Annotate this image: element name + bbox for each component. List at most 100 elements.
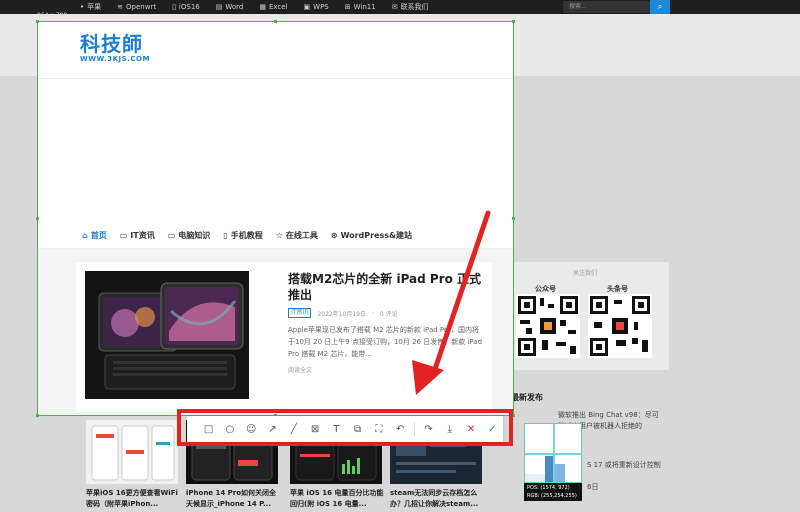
id-card-icon: ▭ bbox=[119, 231, 128, 240]
pin-tool[interactable]: ⧉ bbox=[347, 419, 368, 439]
post-category-tag[interactable]: IT资讯 bbox=[288, 308, 312, 318]
menu-item-label: 手机教程 bbox=[230, 231, 263, 240]
ocr-tool[interactable]: ⛶ bbox=[368, 419, 389, 439]
search-input[interactable]: 搜索... bbox=[563, 1, 650, 13]
top-nav-item-0[interactable]: • 苹果 bbox=[80, 2, 101, 12]
top-nav-item-1[interactable]: ≋ Openwrt bbox=[117, 3, 156, 11]
share-button[interactable]: ↷ bbox=[418, 419, 439, 439]
monitor-icon: ▭ bbox=[167, 231, 176, 240]
read-more-link[interactable]: 阅读全文 bbox=[288, 365, 312, 374]
mobile-icon: ▯ bbox=[223, 231, 228, 240]
menu-item-3[interactable]: ▯ 手机教程 bbox=[223, 230, 262, 241]
top-nav-item-6[interactable]: ⊞ Win11 bbox=[345, 3, 376, 11]
post-comments[interactable]: 0 评论 bbox=[380, 309, 398, 318]
top-nav-label: Word bbox=[225, 3, 244, 11]
screenshot-toolbar: □ ○ ☺ ↗ ╱ ⊠ T ⧉ ⛶ ↶ ↷ ⤓ ✕ ✓ bbox=[187, 416, 503, 442]
latest-post-2[interactable]: S 17 或将重新设计控制 bbox=[587, 460, 667, 471]
logo-text: 科技師 bbox=[80, 32, 143, 56]
mosaic-tool[interactable]: ⊠ bbox=[304, 419, 325, 439]
emoji-tool[interactable]: ☺ bbox=[241, 419, 262, 439]
top-nav-label: 联系我们 bbox=[400, 3, 429, 11]
text-tool[interactable]: T bbox=[326, 419, 347, 439]
cancel-button[interactable]: ✕ bbox=[460, 419, 481, 439]
menu-item-label: 首页 bbox=[90, 231, 107, 240]
top-nav-label: Excel bbox=[268, 3, 288, 11]
line-tool[interactable]: ╱ bbox=[283, 419, 304, 439]
thumb-title-4[interactable]: steam无法同步云存档怎么办？几招让你解决steam... bbox=[390, 488, 486, 510]
top-nav-item-2[interactable]: ▯ iOS16 bbox=[172, 3, 200, 11]
windows-icon: ⊞ bbox=[344, 3, 351, 11]
phone-icon: ▯ bbox=[172, 3, 176, 11]
menu-item-4[interactable]: ☆ 在线工具 bbox=[276, 230, 318, 241]
post-date: 2022年10月19日 bbox=[317, 310, 366, 318]
pixel-color: RGB: (255,254,255) bbox=[527, 493, 577, 499]
menu-item-0[interactable]: ⌂ 首页 bbox=[82, 230, 107, 241]
post-meta: IT资讯 2022年10月19日 · 0 评论 bbox=[288, 308, 398, 318]
post-separator: · bbox=[371, 309, 374, 317]
menu-item-label: IT资讯 bbox=[130, 231, 155, 240]
pixel-magnifier: POS: (1574, 972) RGB: (255,254,255) bbox=[524, 423, 582, 509]
menu-item-5[interactable]: ⊛ WordPress&建站 bbox=[331, 230, 412, 241]
menu-item-label: WordPress&建站 bbox=[340, 231, 413, 240]
menu-item-label: 在线工具 bbox=[285, 231, 318, 240]
resize-handle-sw[interactable] bbox=[36, 414, 39, 417]
search-icon: ⌕ bbox=[657, 2, 663, 11]
top-nav-label: WPS bbox=[313, 3, 329, 11]
thumb-title-1[interactable]: 苹果iOS 16更方便查看WiFi密码（附苹果iPhon... bbox=[86, 488, 182, 510]
qr-code-wechat bbox=[516, 294, 580, 358]
excel-icon: ▦ bbox=[259, 3, 266, 11]
qr-code-toutiao bbox=[588, 294, 652, 358]
search-button[interactable]: ⌕ bbox=[650, 0, 670, 14]
undo-tool[interactable]: ↶ bbox=[390, 419, 411, 439]
logo-domain: WWW.3KJS.COM bbox=[80, 55, 150, 63]
top-nav-item-3[interactable]: ▤ Word bbox=[216, 3, 244, 11]
toolbar-separator bbox=[413, 422, 415, 436]
qr-label-wechat: 公众号 bbox=[535, 285, 556, 293]
site-logo[interactable]: 科技師 WWW.3KJS.COM bbox=[80, 28, 150, 63]
resize-handle-e[interactable] bbox=[512, 217, 515, 220]
qr-label-toutiao: 头条号 bbox=[607, 285, 628, 293]
top-nav-item-7[interactable]: ✉ 联系我们 bbox=[392, 2, 429, 12]
post-excerpt: Apple苹果现已发布了搭载 M2 芯片的新款 iPad Pro，国内将于10月… bbox=[288, 326, 483, 358]
follow-us-panel: 关注我们 公众号 头条号 bbox=[501, 262, 669, 370]
rectangle-tool[interactable]: □ bbox=[198, 419, 219, 439]
latest-posts-heading: 最新发布 bbox=[511, 393, 543, 402]
star-icon: ☆ bbox=[275, 231, 283, 240]
resize-handle-nw[interactable] bbox=[36, 20, 39, 23]
home-icon: ⌂ bbox=[82, 231, 88, 240]
featured-post: 搭载M2芯片的全新 iPad Pro 正式推出 IT资讯 2022年10月19日… bbox=[76, 262, 492, 412]
magnifier-info: POS: (1574, 972) RGB: (255,254,255) bbox=[524, 483, 582, 501]
thumb-image-1[interactable] bbox=[86, 420, 178, 484]
menu-item-1[interactable]: ▭ IT资讯 bbox=[120, 230, 155, 241]
latest-post-3: 6日 bbox=[587, 483, 599, 491]
top-nav-label: Win11 bbox=[353, 3, 376, 11]
wifi-icon: ≋ bbox=[117, 3, 124, 11]
resize-handle-w[interactable] bbox=[36, 217, 39, 220]
post-title[interactable]: 搭载M2芯片的全新 iPad Pro 正式推出 bbox=[288, 271, 488, 303]
main-menu: ⌂ 首页 ▭ IT资讯 ▭ 电脑知识 ▯ 手机教程 ☆ 在线工具 ⊛ WordPress&建站 bbox=[82, 230, 412, 241]
top-nav-item-5[interactable]: ▣ WPS bbox=[304, 3, 329, 11]
cursor-position: POS: (1574, 972) bbox=[527, 485, 570, 491]
apple-icon: • bbox=[80, 3, 85, 11]
arrow-tool[interactable]: ↗ bbox=[262, 419, 283, 439]
top-nav-label: Openwrt bbox=[126, 3, 157, 11]
thumb-title-3[interactable]: 苹果 iOS 16 电量百分比功能回归(附 iOS 16 电量... bbox=[290, 488, 386, 510]
thumb-title-2[interactable]: iPhone 14 Pro如何关闭全天候显示_iPhone 14 P... bbox=[186, 488, 282, 510]
menu-item-label: 电脑知识 bbox=[178, 231, 211, 240]
resize-handle-n[interactable] bbox=[274, 20, 277, 23]
top-nav-bar: • 苹果 ≋ Openwrt ▯ iOS16 ▤ Word ▦ Excel ▣ WPS ⊞ Win11 ✉ 联… bbox=[0, 0, 800, 14]
resize-handle-ne[interactable] bbox=[512, 20, 515, 23]
top-nav-label: 苹果 bbox=[87, 3, 102, 11]
menu-item-2[interactable]: ▭ 电脑知识 bbox=[168, 230, 211, 241]
wordpress-icon: ⊛ bbox=[330, 231, 338, 240]
top-nav-item-4[interactable]: ▦ Excel bbox=[259, 3, 287, 11]
capture-selection[interactable]: 科技師 WWW.3KJS.COM ⌂ 首页 ▭ IT资讯 ▭ 电脑知识 ▯ 手机教程 ☆ 在线工具… bbox=[37, 21, 514, 416]
word-icon: ▤ bbox=[215, 3, 223, 11]
follow-us-heading: 关注我们 bbox=[572, 270, 597, 277]
ellipse-tool[interactable]: ○ bbox=[219, 419, 240, 439]
wps-icon: ▣ bbox=[303, 3, 311, 11]
post-thumbnail[interactable] bbox=[85, 271, 249, 399]
header-divider bbox=[38, 78, 513, 79]
save-button[interactable]: ⤓ bbox=[439, 419, 460, 439]
confirm-button[interactable]: ✓ bbox=[482, 419, 503, 439]
